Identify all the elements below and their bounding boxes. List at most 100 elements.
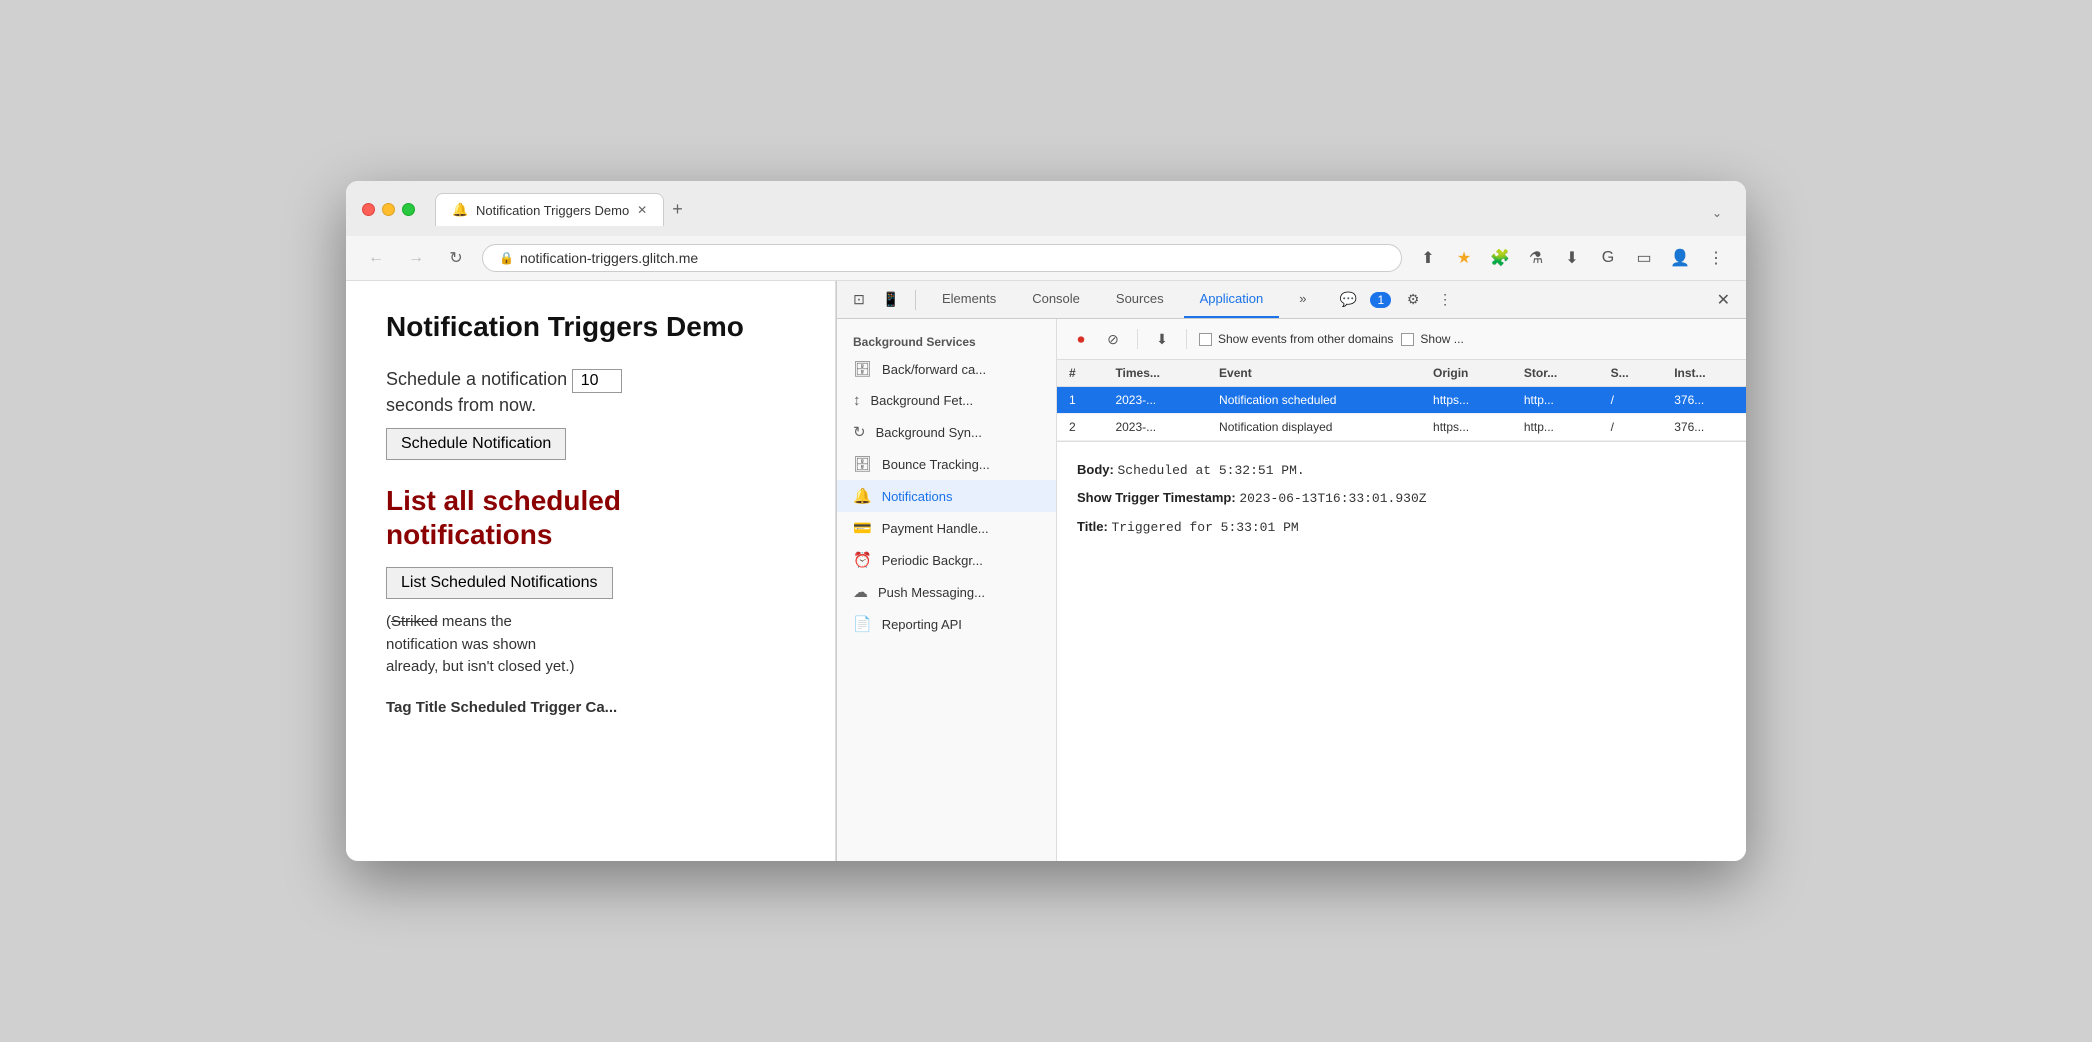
sidebar-label-payment: Payment Handle... [882, 521, 989, 536]
tab-title: Notification Triggers Demo [476, 203, 629, 218]
schedule-section: Schedule a notification seconds from now… [386, 367, 795, 460]
close-traffic-light[interactable] [362, 203, 375, 216]
maximize-traffic-light[interactable] [402, 203, 415, 216]
devtools-panel: ⊡ 📱 Elements Console Sources Application… [836, 281, 1746, 861]
row2-s: / [1599, 414, 1663, 441]
row2-event: Notification displayed [1207, 414, 1421, 441]
notifications-icon: 🔔 [853, 487, 872, 505]
address-bar: ← → ↻ 🔒 notification-triggers.glitch.me … [346, 236, 1746, 281]
devtools-tab-application[interactable]: Application [1184, 281, 1280, 318]
devtools-tab-sources[interactable]: Sources [1100, 281, 1180, 318]
sidebar-label-bouncetracking: Bounce Tracking... [882, 457, 990, 472]
sidebar-item-bouncetracking[interactable]: 🗄 Bounce Tracking... [837, 448, 1056, 480]
devtools-tab-console[interactable]: Console [1016, 281, 1096, 318]
list-heading-line2: notifications [386, 519, 552, 550]
address-input[interactable]: 🔒 notification-triggers.glitch.me [482, 244, 1402, 272]
devtools-options-icon[interactable]: ⋮ [1431, 286, 1459, 314]
sidebar-item-backforward[interactable]: 🗄 Back/forward ca... [837, 353, 1056, 385]
tab-close-button[interactable]: ✕ [637, 203, 647, 217]
periodicbg-icon: ⏰ [853, 551, 872, 569]
google-icon[interactable]: G [1594, 244, 1622, 272]
sidebar-label-backforward: Back/forward ca... [882, 362, 986, 377]
browser-window: 🔔 Notification Triggers Demo ✕ + ⌄ ← → ↻… [346, 181, 1746, 861]
profile-icon[interactable]: 👤 [1666, 244, 1694, 272]
sidebar-toggle-icon[interactable]: ▭ [1630, 244, 1658, 272]
row2-inst: 376... [1662, 414, 1746, 441]
sidebar-item-reporting[interactable]: 📄 Reporting API [837, 608, 1056, 640]
record-button[interactable]: ⏺ [1069, 327, 1093, 351]
note-line1: means the [442, 613, 512, 630]
row2-num: 2 [1057, 414, 1103, 441]
devtools-tab-elements[interactable]: Elements [926, 281, 1012, 318]
col-inst: Inst... [1662, 360, 1746, 387]
show-events-text: Show events from other domains [1218, 332, 1393, 346]
devtools-inspect-icon[interactable]: ⊡ [845, 286, 873, 314]
row1-inst: 376... [1662, 387, 1746, 414]
devtools-settings-icon[interactable]: ⚙ [1399, 286, 1427, 314]
sidebar-label-bgfetch: Background Fet... [871, 393, 974, 408]
show-more-checkbox[interactable] [1401, 333, 1414, 346]
sidebar-label-reporting: Reporting API [882, 617, 962, 632]
row1-storage: http... [1512, 387, 1599, 414]
schedule-text: Schedule a notification seconds from now… [386, 367, 795, 418]
sidebar-item-push[interactable]: ☁ Push Messaging... [837, 576, 1056, 608]
row2-time: 2023-... [1103, 414, 1207, 441]
show-more-text: Show ... [1420, 332, 1463, 346]
detail-trigger-key: Show Trigger Timestamp: [1077, 490, 1236, 505]
sidebar-item-periodicbg[interactable]: ⏰ Periodic Backgr... [837, 544, 1056, 576]
webpage: Notification Triggers Demo Schedule a no… [346, 281, 836, 861]
tab-dropdown-button[interactable]: ⌄ [1704, 202, 1730, 224]
sidebar-item-bgfetch[interactable]: ↕ Background Fet... [837, 385, 1056, 416]
row2-origin: https... [1421, 414, 1512, 441]
lab-icon[interactable]: ⚗ [1522, 244, 1550, 272]
list-heading-line1: List all scheduled [386, 485, 621, 516]
seconds-input[interactable] [572, 369, 622, 393]
back-button[interactable]: ← [362, 244, 390, 272]
table-row[interactable]: 1 2023-... Notification scheduled https.… [1057, 387, 1746, 414]
devtools-close-button[interactable]: ✕ [1709, 286, 1738, 314]
devtools-tab-more[interactable]: » [1283, 281, 1322, 318]
forward-button[interactable]: → [402, 244, 430, 272]
clear-button[interactable]: ⊘ [1101, 327, 1125, 351]
list-all-heading: List all scheduled notifications [386, 484, 795, 551]
tab-sources-label: Sources [1116, 291, 1164, 306]
table-row[interactable]: 2 2023-... Notification displayed https.… [1057, 414, 1746, 441]
export-button[interactable]: ⬇ [1150, 327, 1174, 351]
row1-num: 1 [1057, 387, 1103, 414]
col-s: S... [1599, 360, 1663, 387]
active-tab[interactable]: 🔔 Notification Triggers Demo ✕ [435, 193, 664, 226]
devtools-messages-icon[interactable]: 💬 [1334, 286, 1362, 314]
row2-storage: http... [1512, 414, 1599, 441]
minimize-traffic-light[interactable] [382, 203, 395, 216]
tab-application-label: Application [1200, 291, 1264, 306]
show-events-checkbox[interactable] [1199, 333, 1212, 346]
bookmark-icon[interactable]: ★ [1450, 244, 1478, 272]
new-tab-button[interactable]: + [664, 195, 691, 224]
extensions-icon[interactable]: 🧩 [1486, 244, 1514, 272]
show-more-label: Show ... [1401, 332, 1463, 346]
download-icon[interactable]: ⬇ [1558, 244, 1586, 272]
row1-event: Notification scheduled [1207, 387, 1421, 414]
reload-button[interactable]: ↻ [442, 244, 470, 272]
backforward-icon: 🗄 [853, 360, 872, 378]
col-time: Times... [1103, 360, 1207, 387]
share-icon[interactable]: ⬆ [1414, 244, 1442, 272]
sidebar-item-notifications[interactable]: 🔔 Notifications [837, 480, 1056, 512]
browser-more-icon[interactable]: ⋮ [1702, 244, 1730, 272]
push-icon: ☁ [853, 583, 868, 601]
detail-title-key: Title: [1077, 519, 1108, 534]
event-detail-panel: Body: Scheduled at 5:32:51 PM. Show Trig… [1057, 442, 1746, 861]
detail-title-line: Title: Triggered for 5:33:01 PM [1077, 515, 1726, 539]
col-origin: Origin [1421, 360, 1512, 387]
col-event: Event [1207, 360, 1421, 387]
browser-toolbar-icons: ⬆ ★ 🧩 ⚗ ⬇ G ▭ 👤 ⋮ [1414, 244, 1730, 272]
title-bar: 🔔 Notification Triggers Demo ✕ + ⌄ [346, 181, 1746, 236]
sidebar-item-payment[interactable]: 💳 Payment Handle... [837, 512, 1056, 544]
striked-word: Striked [391, 613, 438, 630]
sidebar-label-bgsync: Background Syn... [876, 425, 982, 440]
list-scheduled-button[interactable]: List Scheduled Notifications [386, 567, 613, 599]
schedule-notification-button[interactable]: Schedule Notification [386, 428, 566, 460]
devtools-device-icon[interactable]: 📱 [877, 286, 905, 314]
sidebar-item-bgsync[interactable]: ↻ Background Syn... [837, 416, 1056, 448]
url-text: notification-triggers.glitch.me [520, 250, 698, 266]
